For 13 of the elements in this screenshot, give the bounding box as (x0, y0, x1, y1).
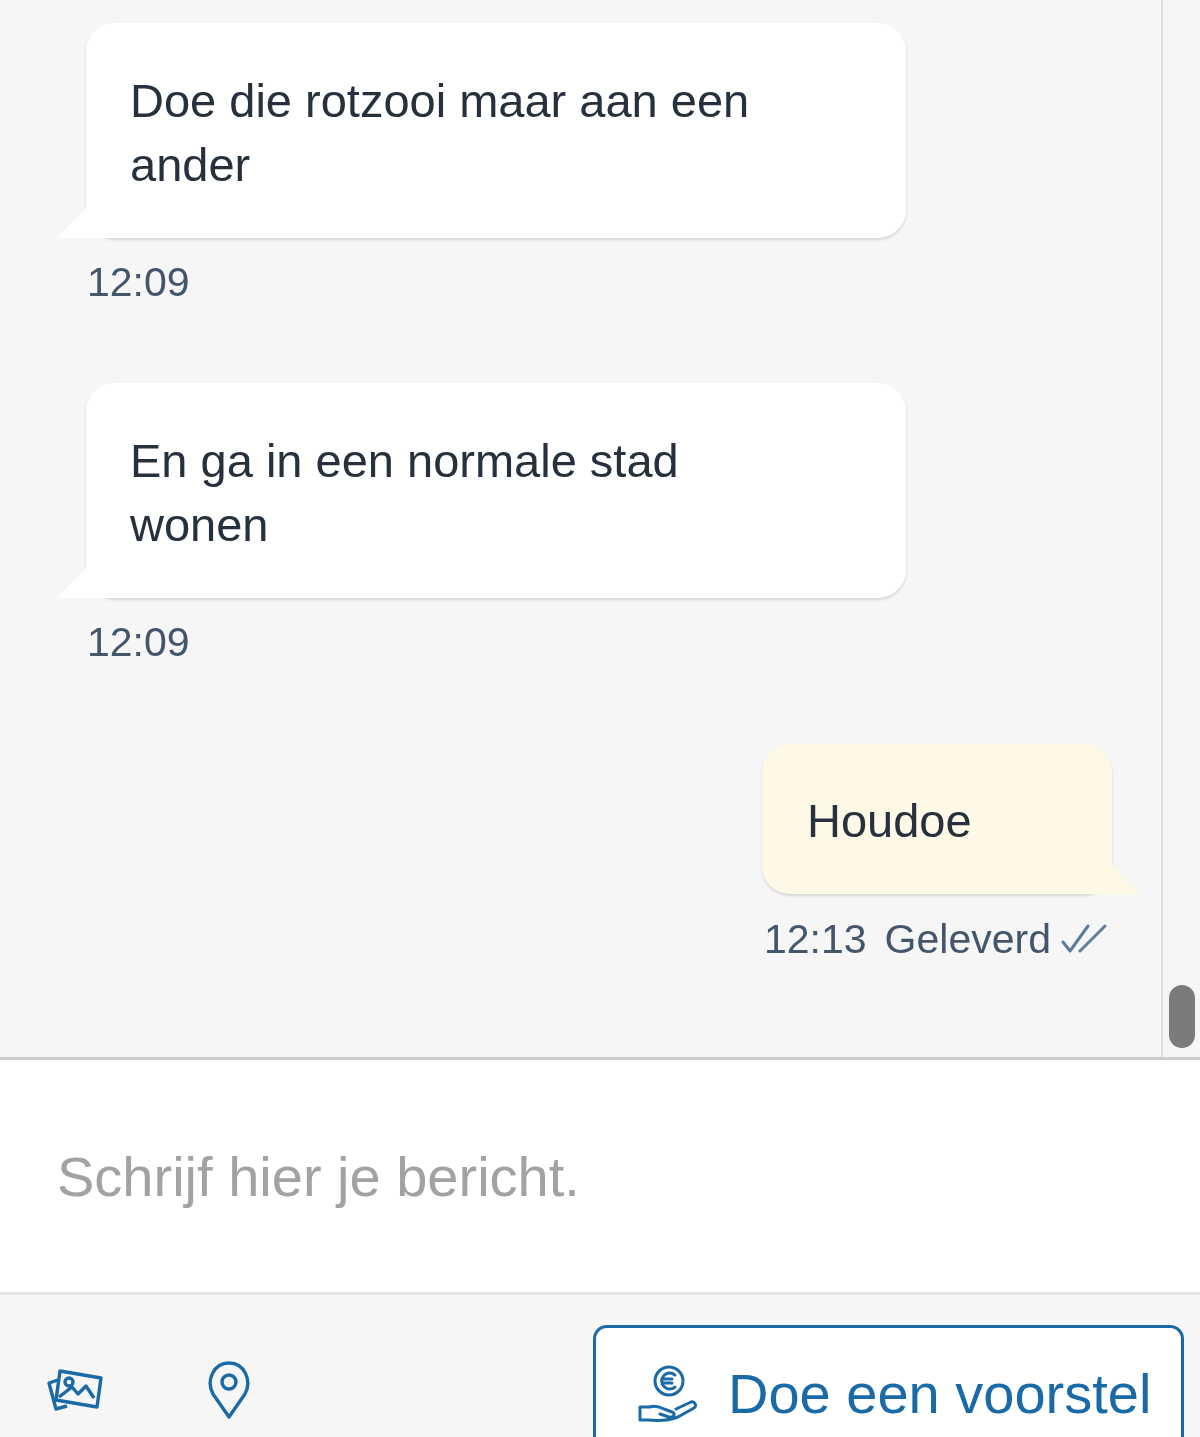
scrollbar-thumb[interactable] (1168, 985, 1195, 1048)
message-time: 12:09 (87, 258, 190, 306)
offer-button[interactable]: Doe een voorstel (593, 1325, 1184, 1437)
delivery-status: Geleverd (884, 915, 1051, 963)
message-text: Houdoe (807, 793, 973, 849)
message-time: 12:09 (87, 618, 190, 666)
message-text: Doe die rotzooi maar aan een ander (130, 73, 751, 193)
double-check-icon (1061, 923, 1107, 955)
message-time: 12:13 (764, 915, 867, 963)
hand-coin-icon (638, 1365, 698, 1423)
message-text: En ga in een normale stad wonen (130, 433, 680, 553)
photos-icon[interactable] (46, 1367, 104, 1413)
location-pin-icon[interactable] (208, 1361, 250, 1419)
